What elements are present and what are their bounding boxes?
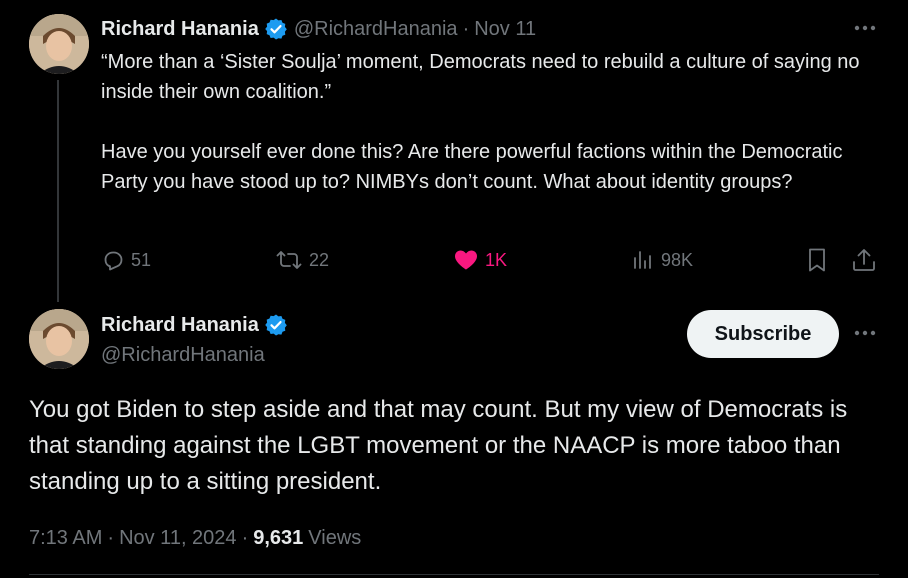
author-handle[interactable]: @RichardHanania	[101, 340, 294, 370]
more-horizontal-icon	[854, 330, 876, 336]
retweet-icon	[275, 248, 303, 272]
like-count: 1K	[485, 249, 508, 270]
tweet-date[interactable]: Nov 11	[474, 18, 536, 41]
reply-icon	[101, 248, 125, 272]
avatar[interactable]	[29, 14, 89, 74]
parent-tweet-text: “More than a ‘Sister Soulja’ moment, Dem…	[101, 47, 881, 197]
tweet-paragraph: Have you yourself ever done this? Are th…	[101, 141, 843, 193]
tweet-time[interactable]: 7:13 AM	[29, 527, 102, 550]
like-button[interactable]: 1K	[453, 246, 507, 274]
verified-badge-icon[interactable]	[264, 313, 288, 337]
views-label: Views	[308, 526, 362, 549]
views-count: 9,631	[253, 526, 304, 549]
retweet-button[interactable]: 22	[275, 246, 329, 274]
separator-dot: ·	[107, 526, 115, 549]
verified-badge-icon[interactable]	[264, 17, 288, 41]
heart-filled-icon	[453, 248, 479, 272]
author-display-name[interactable]: Richard Hanania	[101, 314, 259, 337]
separator-dot: ·	[462, 17, 470, 40]
views-chart-icon	[631, 248, 655, 272]
more-options-button[interactable]	[850, 323, 880, 343]
parent-tweet-header: Richard Hanania @RichardHanania · Nov 11	[101, 15, 536, 43]
tweet-metadata: 7:13 AM · Nov 11, 2024 · 9,631 Views	[29, 523, 361, 553]
reply-button[interactable]: 51	[101, 246, 151, 274]
views-count: 98K	[661, 249, 694, 270]
retweet-count: 22	[309, 249, 330, 270]
author-display-name[interactable]: Richard Hanania	[101, 18, 259, 41]
views-button[interactable]: 98K	[631, 246, 693, 274]
share-button[interactable]	[851, 246, 883, 274]
thread-connector-line	[57, 80, 59, 302]
subscribe-button[interactable]: Subscribe	[687, 310, 839, 358]
more-horizontal-icon	[854, 25, 876, 31]
avatar[interactable]	[29, 309, 89, 369]
tweet-date[interactable]: Nov 11, 2024	[119, 527, 237, 550]
more-options-button[interactable]	[850, 18, 880, 38]
bookmark-button[interactable]	[805, 246, 835, 274]
tweet-paragraph: “More than a ‘Sister Soulja’ moment, Dem…	[101, 51, 860, 103]
author-handle[interactable]: @RichardHanania	[294, 18, 458, 41]
tweet-action-bar: 51 22 1K 98K	[101, 246, 881, 274]
main-tweet-author: Richard Hanania @RichardHanania	[101, 310, 294, 370]
separator-dot: ·	[241, 526, 249, 549]
bookmark-icon	[805, 247, 829, 273]
divider	[29, 574, 879, 575]
share-icon	[851, 247, 877, 273]
main-tweet-text: You got Biden to step aside and that may…	[29, 396, 848, 495]
reply-count: 51	[131, 249, 152, 270]
